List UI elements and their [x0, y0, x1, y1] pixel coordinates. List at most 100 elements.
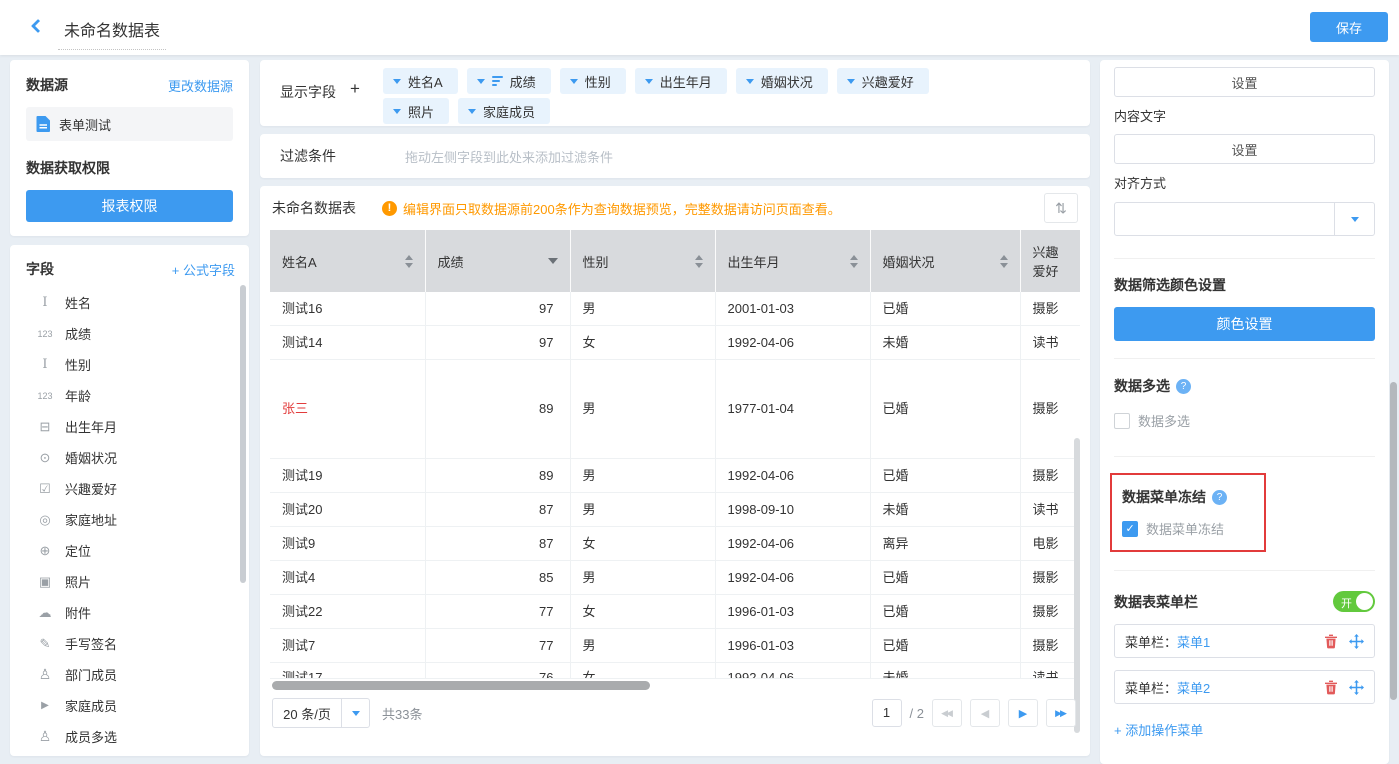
- cell-value: 1996-01-03: [716, 629, 870, 662]
- table-cell: 已婚: [870, 595, 1020, 629]
- field-item-附件[interactable]: ☁附件: [26, 597, 249, 628]
- display-field-chip-姓名A[interactable]: 姓名A: [383, 68, 458, 94]
- last-page-button[interactable]: ▶▶: [1046, 699, 1076, 727]
- field-item-性别[interactable]: I性别: [26, 349, 249, 380]
- menu-item-菜单1[interactable]: 菜单栏：菜单1: [1114, 624, 1375, 658]
- sort-carets-icon[interactable]: [405, 255, 413, 268]
- back-icon[interactable]: [30, 20, 44, 34]
- page-number-input[interactable]: 1: [872, 699, 902, 727]
- move-icon[interactable]: [1349, 680, 1364, 695]
- add-display-field-button[interactable]: +: [350, 79, 360, 99]
- cell-value: 77: [426, 595, 570, 628]
- add-action-menu-link[interactable]: + 添加操作菜单: [1114, 720, 1203, 739]
- table-horizontal-scrollbar[interactable]: [272, 681, 650, 690]
- cell-value: 读书: [1021, 493, 1081, 526]
- table-row[interactable]: 测试1697男2001-01-03已婚摄影: [270, 292, 1080, 326]
- menu-freeze-checkbox[interactable]: [1122, 521, 1138, 537]
- page-total: / 2: [910, 706, 924, 721]
- cell-value: 97: [426, 292, 570, 325]
- sort-desc-icon[interactable]: [548, 258, 558, 264]
- display-field-chip-婚姻状况[interactable]: 婚姻状况: [736, 68, 828, 94]
- chevron-down-icon: [1334, 203, 1374, 235]
- field-item-手写签名[interactable]: ✎手写签名: [26, 628, 249, 659]
- next-page-button[interactable]: ▶: [1008, 699, 1038, 727]
- column-header-婚姻状况[interactable]: 婚姻状况: [870, 230, 1020, 292]
- table-cell: 1992-04-06: [715, 459, 870, 493]
- display-field-chip-成绩[interactable]: 成绩: [467, 68, 551, 94]
- prev-page-button[interactable]: ◀: [970, 699, 1000, 727]
- field-item-成员多选[interactable]: ♙成员多选: [26, 721, 249, 752]
- table-row[interactable]: 张三89男1977-01-04已婚摄影: [270, 360, 1080, 459]
- sort-order-icon[interactable]: ⇅: [1044, 193, 1078, 223]
- column-header-兴趣爱好[interactable]: 兴趣爱好: [1020, 230, 1080, 292]
- table-menu-toggle[interactable]: 开: [1333, 591, 1375, 612]
- multi-select-checkbox[interactable]: [1114, 413, 1130, 429]
- menu-item-name-link[interactable]: 菜单2: [1177, 681, 1210, 696]
- field-item-兴趣爱好[interactable]: ☑兴趣爱好: [26, 473, 249, 504]
- field-item-姓名[interactable]: I姓名: [26, 287, 249, 318]
- field-item-年龄[interactable]: 123年龄: [26, 380, 249, 411]
- field-item-家庭地址[interactable]: ◎家庭地址: [26, 504, 249, 535]
- column-header-性别[interactable]: 性别: [570, 230, 715, 292]
- sort-carets-icon[interactable]: [1000, 255, 1008, 268]
- table-vertical-scrollbar[interactable]: [1074, 438, 1080, 733]
- field-item-照片[interactable]: ▣照片: [26, 566, 249, 597]
- setting-button-1[interactable]: 设置: [1114, 67, 1375, 97]
- menu-item-菜单2[interactable]: 菜单栏：菜单2: [1114, 670, 1375, 704]
- help-icon[interactable]: ?: [1176, 379, 1191, 394]
- table-row[interactable]: 测试2277女1996-01-03已婚摄影: [270, 595, 1080, 629]
- table-row[interactable]: 测试1776女1992-04-06未婚读书: [270, 663, 1080, 679]
- column-header-成绩[interactable]: 成绩: [425, 230, 570, 292]
- display-field-chip-家庭成员[interactable]: 家庭成员: [458, 98, 550, 124]
- field-item-婚姻状况[interactable]: ⊙婚姻状况: [26, 442, 249, 473]
- display-field-chip-出生年月[interactable]: 出生年月: [635, 68, 727, 94]
- trash-icon[interactable]: [1324, 634, 1338, 649]
- datasource-item[interactable]: 表单测试: [26, 107, 233, 141]
- display-field-chip-性别[interactable]: 性别: [560, 68, 626, 94]
- cell-value: 读书: [1021, 663, 1081, 678]
- sort-carets-icon[interactable]: [850, 255, 858, 268]
- first-page-button[interactable]: ◀◀: [932, 699, 962, 727]
- save-button[interactable]: 保存: [1310, 12, 1388, 42]
- divider: [1114, 358, 1375, 359]
- field-item-定位[interactable]: ⊕定位: [26, 535, 249, 566]
- table-row[interactable]: 测试485男1992-04-06已婚摄影: [270, 561, 1080, 595]
- menu-item-prefix: 菜单栏：: [1125, 635, 1177, 650]
- table-row[interactable]: 测试777男1996-01-03已婚摄影: [270, 629, 1080, 663]
- table-row[interactable]: 测试987女1992-04-06离异电影: [270, 527, 1080, 561]
- setting-button-2[interactable]: 设置: [1114, 134, 1375, 164]
- page-title[interactable]: 未命名数据表: [58, 17, 166, 50]
- field-item-家庭成员[interactable]: ▶家庭成员: [26, 690, 249, 721]
- menu-item-name-link[interactable]: 菜单1: [1177, 635, 1210, 650]
- text-icon: I: [34, 357, 56, 372]
- field-item-部门成员[interactable]: ♙部门成员: [26, 659, 249, 690]
- table-row[interactable]: 测试1989男1992-04-06已婚摄影: [270, 459, 1080, 493]
- color-setting-button[interactable]: 颜色设置: [1114, 307, 1375, 341]
- table-row[interactable]: 测试1497女1992-04-06未婚读书: [270, 326, 1080, 360]
- page-scrollbar[interactable]: [1390, 382, 1397, 700]
- fields-scrollbar[interactable]: [240, 285, 246, 583]
- sort-carets-icon[interactable]: [695, 255, 703, 268]
- filter-panel[interactable]: 过滤条件 拖动左侧字段到此处来添加过滤条件: [260, 134, 1090, 178]
- add-formula-field-link[interactable]: + 公式字段: [172, 260, 235, 279]
- column-header-姓名A[interactable]: 姓名A: [270, 230, 425, 292]
- change-datasource-link[interactable]: 更改数据源: [168, 76, 233, 95]
- datasource-item-label: 表单测试: [59, 115, 111, 134]
- report-permission-button[interactable]: 报表权限: [26, 190, 233, 222]
- menu-freeze-highlight-box: 数据菜单冻结 ? 数据菜单冻结: [1110, 473, 1266, 552]
- field-label: 姓名: [65, 293, 91, 312]
- help-icon[interactable]: ?: [1212, 490, 1227, 505]
- field-item-成绩[interactable]: 123成绩: [26, 318, 249, 349]
- field-item-出生年月[interactable]: ⊟出生年月: [26, 411, 249, 442]
- trash-icon[interactable]: [1324, 680, 1338, 695]
- move-icon[interactable]: [1349, 634, 1364, 649]
- display-field-chip-兴趣爱好[interactable]: 兴趣爱好: [837, 68, 929, 94]
- table-cell: 89: [425, 459, 570, 493]
- cell-value: 87: [426, 527, 570, 560]
- display-field-chip-照片[interactable]: 照片: [383, 98, 449, 124]
- table-row[interactable]: 测试2087男1998-09-10未婚读书: [270, 493, 1080, 527]
- column-label: 婚姻状况: [883, 252, 935, 271]
- column-header-出生年月[interactable]: 出生年月: [715, 230, 870, 292]
- page-size-select[interactable]: 20 条/页: [272, 698, 370, 728]
- align-select[interactable]: [1114, 202, 1375, 236]
